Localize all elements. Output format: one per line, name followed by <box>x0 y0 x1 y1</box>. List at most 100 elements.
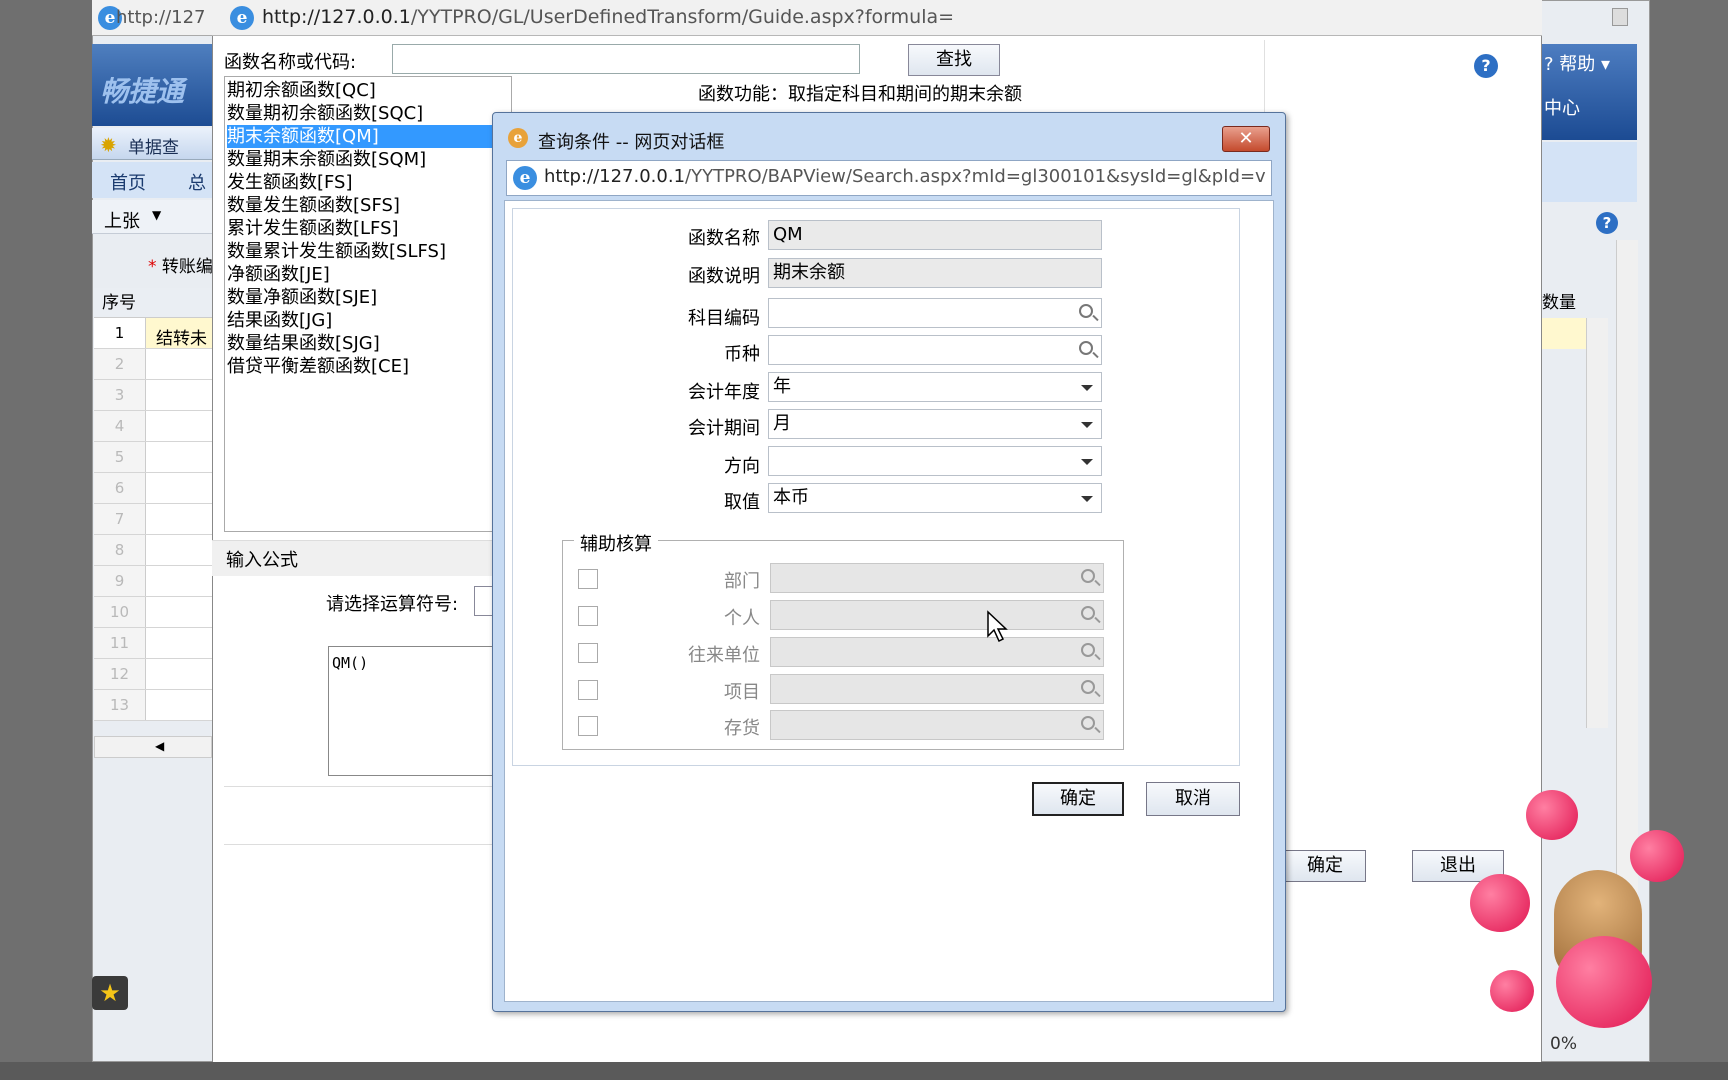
search-icon[interactable] <box>1081 680 1095 694</box>
table-row[interactable]: 13 <box>94 690 212 721</box>
chevron-down-icon[interactable] <box>1081 385 1093 391</box>
dialog-address-text: http://127.0.0.1/YYTPRO/BAPView/Search.a… <box>544 166 1266 187</box>
table-row[interactable]: 11 <box>94 628 212 659</box>
list-item[interactable]: 借贷平衡差额函数[CE] <box>227 355 409 378</box>
aux-dept-field[interactable] <box>770 563 1104 593</box>
list-item[interactable]: 数量结果函数[SJG] <box>227 332 380 355</box>
vertical-scrollbar[interactable] <box>1586 318 1608 728</box>
list-item[interactable]: 数量期末余额函数[SQM] <box>227 148 426 171</box>
table-row[interactable]: 6 <box>94 473 212 504</box>
aux-person-checkbox[interactable] <box>578 606 598 626</box>
search-icon[interactable] <box>1081 716 1095 730</box>
list-item[interactable]: 数量期初余额函数[SQC] <box>227 102 423 125</box>
fiscal-period-select[interactable]: 月 <box>768 409 1102 439</box>
list-item[interactable]: 数量累计发生额函数[SLFS] <box>227 240 446 263</box>
row-number: 10 <box>94 597 146 627</box>
guide-address-text: http://127.0.0.1/YYTPRO/GL/UserDefinedTr… <box>262 6 955 28</box>
aux-accounting-title: 辅助核算 <box>574 530 658 556</box>
function-description: 函数功能：取指定科目和期间的期末余额 <box>698 84 1022 105</box>
row-text: 结转未 <box>156 329 207 349</box>
table-row[interactable]: 8 <box>94 535 212 566</box>
table-row[interactable]: 3 <box>94 380 212 411</box>
search-icon[interactable] <box>1081 569 1095 583</box>
nav-home[interactable]: 首页 <box>110 169 146 195</box>
mouse-cursor-icon <box>987 610 1008 643</box>
table-row[interactable]: 2 <box>94 349 212 380</box>
star-icon[interactable]: ★ <box>92 976 128 1010</box>
function-list[interactable]: 期初余额函数[QC] 数量期初余额函数[SQC] 期末余额函数[QM] 数量期末… <box>224 76 512 532</box>
list-item[interactable]: 累计发生额函数[LFS] <box>227 217 399 240</box>
chevron-down-icon[interactable]: ▼ <box>152 208 161 222</box>
prev-record-button[interactable]: 上张 <box>104 207 140 233</box>
aux-partner-field[interactable] <box>770 637 1104 667</box>
aux-dept-checkbox[interactable] <box>578 569 598 589</box>
desktop-background-left <box>0 0 92 1080</box>
list-item[interactable]: 数量发生额函数[SFS] <box>227 194 400 217</box>
search-icon[interactable] <box>1079 304 1093 318</box>
help-icon[interactable]: ? <box>1596 212 1618 234</box>
table-row[interactable]: 4 <box>94 411 212 442</box>
aux-partner-checkbox[interactable] <box>578 643 598 663</box>
account-code-field[interactable] <box>768 298 1102 328</box>
chevron-down-icon[interactable] <box>1081 459 1093 465</box>
nav-general-ledger[interactable]: 总 <box>188 169 206 195</box>
dialog-icon: e <box>508 128 528 148</box>
help-icon[interactable]: ? <box>1474 54 1498 78</box>
search-icon[interactable] <box>1081 643 1095 657</box>
search-icon[interactable] <box>1081 606 1095 620</box>
dialog-cancel-button[interactable]: 取消 <box>1146 782 1240 816</box>
heart-icon <box>1470 874 1530 932</box>
search-icon[interactable] <box>1079 341 1093 355</box>
aux-inventory-label: 存货 <box>724 718 760 739</box>
aux-inventory-field[interactable] <box>770 710 1104 740</box>
main-menubar: ✹ 单据查 <box>92 128 212 160</box>
chevron-down-icon[interactable] <box>1081 496 1093 502</box>
search-button[interactable]: 查找 <box>908 44 1000 76</box>
mascot-decoration[interactable] <box>1470 790 1690 1050</box>
direction-select[interactable] <box>768 446 1102 476</box>
table-row[interactable]: 12 <box>94 659 212 690</box>
taskbar[interactable] <box>0 1062 1728 1080</box>
operator-select[interactable] <box>474 586 494 616</box>
row-number: 4 <box>94 411 146 441</box>
fiscal-year-select[interactable]: 年 <box>768 372 1102 402</box>
table-row[interactable]: 1 结转未 <box>94 318 212 349</box>
table-row[interactable]: 5 <box>94 442 212 473</box>
qty-header: 数量 <box>1542 293 1576 313</box>
table-row[interactable]: 7 <box>94 504 212 535</box>
list-item-selected[interactable]: 期末余额函数[QM] <box>227 125 503 148</box>
table-row[interactable]: 10 <box>94 597 212 628</box>
value-type-select[interactable]: 本币 <box>768 483 1102 513</box>
search-input[interactable] <box>392 44 860 74</box>
guide-ok-button[interactable]: 确定 <box>1284 850 1366 882</box>
center-link[interactable]: 中心 <box>1544 94 1580 120</box>
chevron-down-icon[interactable] <box>1081 422 1093 428</box>
list-item[interactable]: 净额函数[JE] <box>227 263 330 286</box>
chevron-left-icon[interactable]: ◀ <box>155 739 164 753</box>
list-item[interactable]: 数量净额函数[SJE] <box>227 286 377 309</box>
app-logo: 畅捷通 <box>100 75 185 108</box>
aux-person-field[interactable] <box>770 600 1104 630</box>
main-right-strip <box>1542 142 1637 202</box>
func-name-label: 函数名称 <box>688 228 760 249</box>
close-icon[interactable]: ✕ <box>1222 126 1270 152</box>
func-desc-label: 函数说明 <box>688 266 760 287</box>
list-item[interactable]: 发生额函数[FS] <box>227 171 353 194</box>
list-item[interactable]: 期初余额函数[QC] <box>227 79 376 102</box>
aux-inventory-checkbox[interactable] <box>578 716 598 736</box>
table-row[interactable]: 9 <box>94 566 212 597</box>
horizontal-scrollbar[interactable]: ◀ <box>94 736 212 758</box>
dialog-ok-button[interactable]: 确定 <box>1032 782 1124 816</box>
heart-icon <box>1526 790 1578 840</box>
currency-field[interactable] <box>768 335 1102 365</box>
main-address-bar[interactable]: e http://127 <box>92 0 212 36</box>
aux-project-checkbox[interactable] <box>578 680 598 700</box>
main-address-text: http://127 <box>116 7 206 28</box>
func-name-field: QM <box>768 220 1102 250</box>
help-menu[interactable]: ? 帮助 ▾ <box>1544 50 1610 76</box>
aux-project-field[interactable] <box>770 674 1104 704</box>
page-icon <box>1612 8 1628 26</box>
direction-label: 方向 <box>724 456 760 477</box>
menu-item-document-query[interactable]: 单据查 <box>128 133 179 158</box>
list-item[interactable]: 结果函数[JG] <box>227 309 332 332</box>
